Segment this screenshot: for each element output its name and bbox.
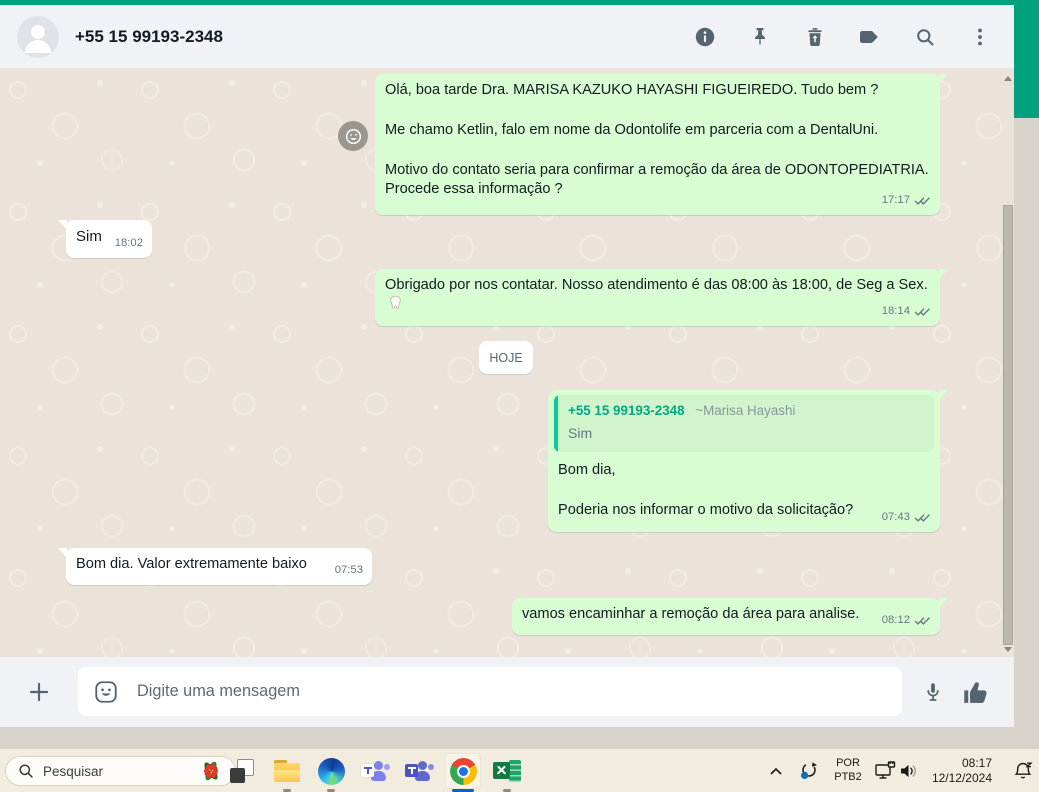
info-icon[interactable] — [693, 25, 717, 49]
scrollbar-down-arrow[interactable] — [1004, 647, 1012, 652]
message-text: Bom dia, — [558, 462, 616, 478]
task-view-icon[interactable] — [224, 753, 260, 789]
message-text: Bom dia. Valor extremamente baixo — [76, 556, 307, 572]
delete-icon[interactable] — [803, 25, 827, 49]
message-time: 18:02 — [114, 237, 143, 249]
edge-icon[interactable] — [313, 753, 349, 789]
tray-chevron-up-icon[interactable] — [768, 763, 784, 779]
label-icon[interactable] — [858, 25, 882, 49]
message-bubble-outgoing[interactable]: Obrigado por nos contatar. Nosso atendim… — [375, 269, 948, 326]
teams-icon[interactable] — [401, 753, 437, 789]
message-text: Motivo do contato seria para confirmar a… — [385, 162, 929, 197]
message-text: Poderia nos informar o motivo da solicit… — [558, 502, 854, 518]
thumbs-up-icon[interactable] — [957, 674, 995, 710]
emoji-sticker-icon[interactable] — [93, 679, 119, 705]
tray-notification-bell-icon[interactable] — [1013, 760, 1035, 782]
delivered-double-check-icon — [914, 197, 930, 205]
message-composer — [0, 657, 1014, 727]
scrollbar-thumb[interactable] — [1003, 205, 1013, 645]
attach-plus-icon[interactable] — [26, 679, 52, 705]
quoted-message[interactable]: +55 15 99193-2348 ~Marisa Hayashi Sim — [554, 395, 934, 452]
message-text: Olá, boa tarde Dra. MARISA KAZUKO HAYASH… — [385, 82, 879, 98]
message-time: 08:12 — [881, 614, 910, 626]
scrollbar-up-arrow[interactable] — [1004, 76, 1012, 81]
background-window-bottom-strip — [0, 727, 1014, 748]
message-bubble-outgoing[interactable]: +55 15 99193-2348 ~Marisa Hayashi Sim Bo… — [548, 390, 948, 532]
taskbar-search-label: Pesquisar — [43, 763, 104, 779]
message-time: 17:17 — [881, 194, 910, 206]
react-emoji-button[interactable] — [338, 121, 368, 151]
tray-network-icon[interactable] — [874, 760, 896, 782]
background-window-right-strip — [1014, 118, 1039, 748]
message-time: 07:43 — [881, 511, 910, 523]
tray-date: 12/12/2024 — [931, 771, 992, 785]
chat-message-list: Olá, boa tarde Dra. MARISA KAZUKO HAYASH… — [0, 68, 1014, 657]
poinsettia-flower-icon — [203, 761, 219, 781]
language-code: POR — [836, 757, 860, 769]
contact-avatar[interactable] — [17, 15, 59, 58]
quote-author-number: +55 15 99193-2348 — [568, 403, 685, 418]
excel-icon[interactable] — [489, 753, 525, 789]
search-icon[interactable] — [913, 25, 937, 49]
delivered-double-check-icon — [914, 308, 930, 316]
windows-taskbar: Pesquisar POR PTB2 08:17 12/12/2024 — [0, 748, 1039, 792]
tooth-emoji — [390, 295, 401, 309]
teams-classic-icon[interactable] — [357, 753, 393, 789]
tray-time: 08:17 — [961, 756, 992, 770]
message-bubble-incoming[interactable]: Sim 18:02 — [58, 220, 152, 258]
date-divider: HOJE — [479, 341, 533, 374]
taskbar-search-icon — [19, 764, 33, 778]
message-bubble-outgoing[interactable]: vamos encaminhar a remoção da área para … — [512, 598, 948, 635]
message-text: Sim — [76, 228, 102, 245]
tray-update-icon[interactable] — [798, 760, 820, 782]
microphone-icon[interactable] — [920, 679, 946, 705]
chrome-icon[interactable] — [445, 753, 481, 789]
pin-icon[interactable] — [748, 25, 772, 49]
message-time: 07:53 — [334, 564, 363, 576]
tray-language-indicator[interactable]: POR PTB2 — [828, 756, 868, 786]
message-bubble-outgoing[interactable]: Olá, boa tarde Dra. MARISA KAZUKO HAYASH… — [375, 74, 948, 215]
chat-title[interactable]: +55 15 99193-2348 — [75, 27, 223, 47]
delivered-double-check-icon — [914, 617, 930, 625]
background-window-right-edge — [1014, 0, 1039, 118]
message-time: 18:14 — [881, 305, 910, 317]
quote-author-name: ~Marisa Hayashi — [695, 403, 796, 418]
message-input[interactable] — [135, 681, 890, 702]
message-text: Obrigado por nos contatar. Nosso atendim… — [385, 277, 928, 293]
keyboard-layout: PTB2 — [834, 771, 862, 783]
tray-clock[interactable]: 08:17 12/12/2024 — [914, 756, 992, 786]
message-text: vamos encaminhar a remoção da área para … — [522, 606, 860, 622]
message-input-pill[interactable] — [78, 667, 902, 716]
message-text: Me chamo Ketlin, falo em nome da Odontol… — [385, 122, 879, 138]
file-explorer-icon[interactable] — [269, 753, 305, 789]
chat-header: +55 15 99193-2348 — [0, 5, 1014, 68]
quote-text: Sim — [568, 425, 593, 441]
taskbar-search[interactable]: Pesquisar — [5, 756, 236, 786]
message-bubble-incoming[interactable]: Bom dia. Valor extremamente baixo 07:53 — [58, 548, 372, 585]
delivered-double-check-icon — [914, 514, 930, 522]
menu-icon[interactable] — [968, 25, 992, 49]
